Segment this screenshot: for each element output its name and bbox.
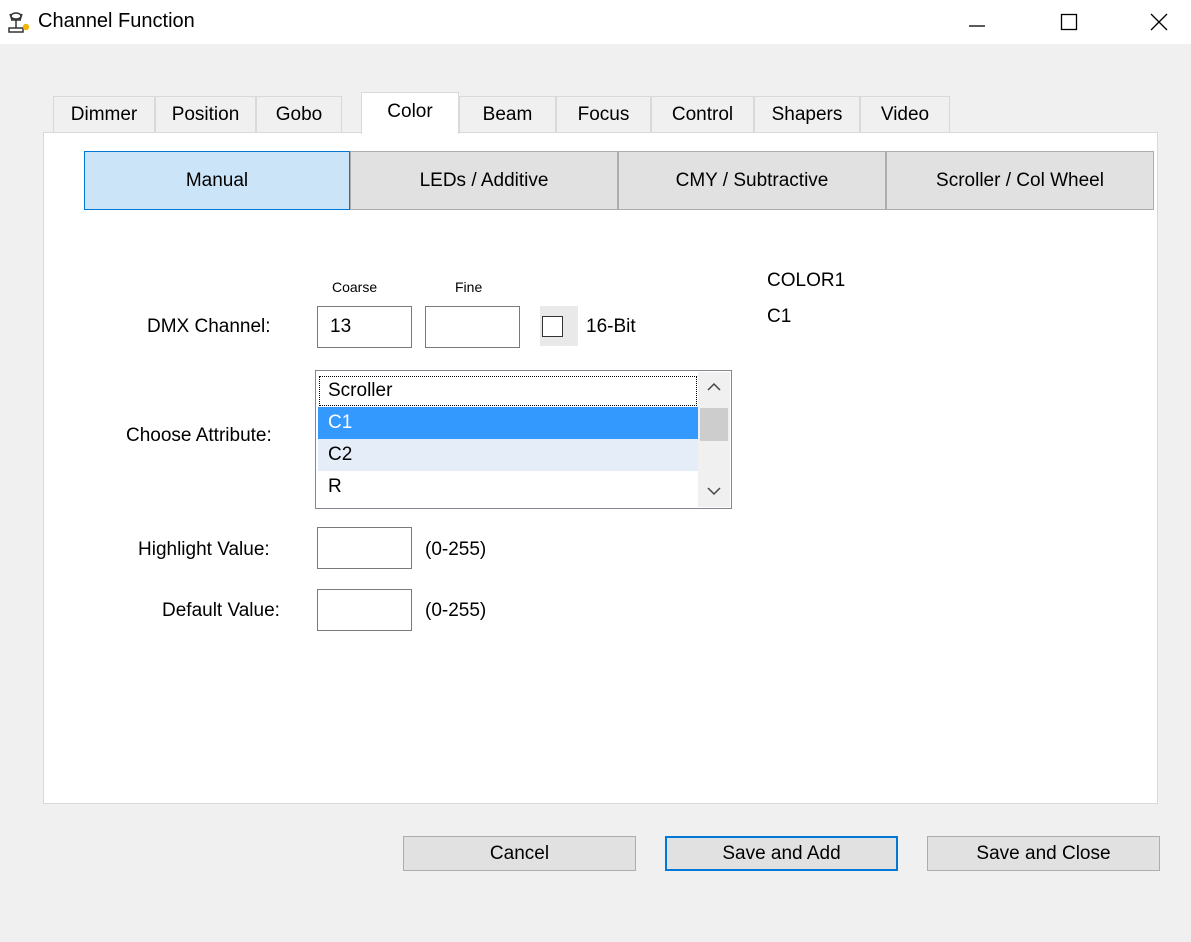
sixteen-bit-label: 16-Bit	[586, 316, 636, 337]
sixteen-bit-checkbox[interactable]	[542, 316, 563, 337]
fixture-icon	[8, 12, 30, 33]
save-and-add-button[interactable]: Save and Add	[665, 836, 898, 871]
tab-video[interactable]: Video	[860, 96, 950, 132]
tab-gobo[interactable]: Gobo	[256, 96, 342, 132]
minimize-icon	[969, 25, 985, 27]
save-and-close-button[interactable]: Save and Close	[927, 836, 1160, 871]
default-value-label: Default Value:	[162, 600, 280, 621]
subtab-manual[interactable]: Manual	[84, 151, 350, 210]
choose-attribute-label: Choose Attribute:	[126, 425, 272, 446]
coarse-label: Coarse	[332, 279, 378, 295]
list-item-scroller[interactable]: Scroller	[318, 375, 698, 407]
subtab-leds-additive[interactable]: LEDs / Additive	[350, 151, 618, 210]
tab-color[interactable]: Color	[361, 92, 459, 134]
chevron-down-icon[interactable]	[707, 486, 721, 496]
info-line-1: COLOR1	[767, 270, 846, 291]
list-item-r[interactable]: R	[318, 471, 698, 503]
tab-beam[interactable]: Beam	[459, 96, 556, 132]
scrollbar-thumb[interactable]	[700, 408, 728, 441]
highlight-range-label: (0-255)	[425, 539, 487, 560]
chevron-up-icon[interactable]	[707, 382, 721, 392]
maximize-icon	[1060, 13, 1078, 31]
cancel-button[interactable]: Cancel	[403, 836, 636, 871]
close-icon	[1150, 13, 1168, 31]
close-button[interactable]	[1128, 0, 1190, 44]
maximize-button[interactable]	[1038, 0, 1100, 44]
tab-shapers[interactable]: Shapers	[754, 96, 860, 132]
list-item-c1[interactable]: C1	[318, 407, 698, 439]
tab-strip: Dimmer Position Gobo Color Beam Focus Co…	[44, 92, 954, 134]
highlight-value-label: Highlight Value:	[138, 539, 270, 560]
dmx-fine-input[interactable]	[425, 306, 520, 348]
fine-label: Fine	[455, 279, 483, 295]
default-range-label: (0-255)	[425, 600, 487, 621]
list-item-c2[interactable]: C2	[318, 439, 698, 471]
attribute-scrollbar[interactable]	[698, 372, 730, 507]
subtab-scroller-col-wheel[interactable]: Scroller / Col Wheel	[886, 151, 1154, 210]
title-bar: Channel Function	[0, 0, 1191, 44]
attribute-listbox[interactable]: Scroller C1 C2 R	[315, 370, 732, 509]
info-line-2: C1	[767, 306, 792, 327]
highlight-value-input[interactable]	[317, 527, 412, 569]
dmx-channel-label: DMX Channel:	[147, 316, 271, 337]
subtab-cmy-subtractive[interactable]: CMY / Subtractive	[618, 151, 886, 210]
minimize-button[interactable]	[946, 0, 1008, 44]
default-value-input[interactable]	[317, 589, 412, 631]
tab-position[interactable]: Position	[155, 96, 256, 132]
dmx-coarse-input[interactable]: 13	[317, 306, 412, 348]
tab-dimmer[interactable]: Dimmer	[53, 96, 155, 132]
tab-focus[interactable]: Focus	[556, 96, 651, 132]
window-title: Channel Function	[38, 10, 195, 32]
tab-control[interactable]: Control	[651, 96, 754, 132]
